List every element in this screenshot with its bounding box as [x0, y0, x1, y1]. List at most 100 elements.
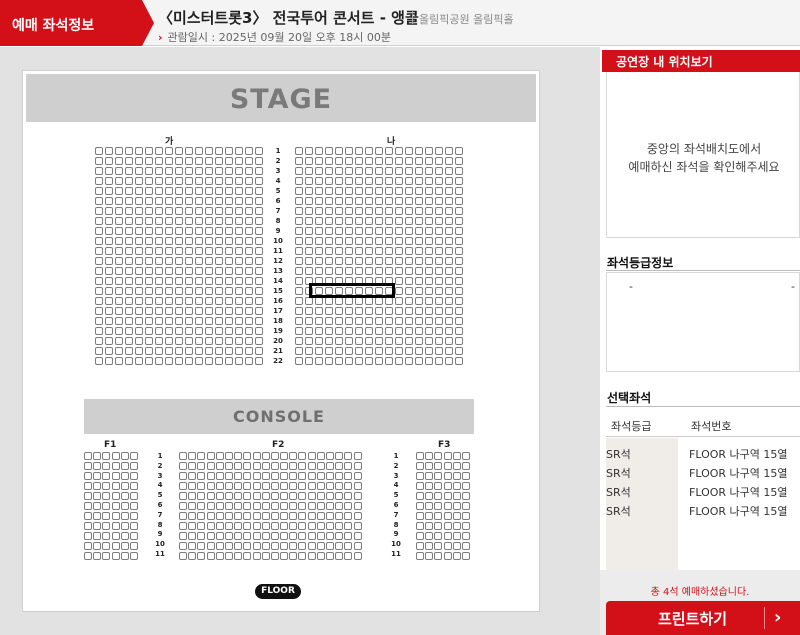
seat: [344, 462, 353, 470]
seat: [455, 237, 463, 245]
seat: [445, 277, 453, 285]
seat: [305, 227, 313, 235]
seat: [295, 227, 303, 235]
seat: [335, 317, 343, 325]
print-button[interactable]: 프린트하기 ›: [606, 601, 800, 635]
seat: [443, 472, 452, 480]
seat: [165, 157, 173, 165]
seat: [165, 317, 173, 325]
seat: [215, 542, 224, 550]
seat-block-ga: [95, 147, 263, 365]
seat: [325, 307, 333, 315]
seat: [235, 307, 243, 315]
seat: [452, 542, 461, 550]
seat: [305, 247, 313, 255]
seat: [175, 167, 183, 175]
seat: [235, 157, 243, 165]
seat: [316, 502, 325, 510]
seat: [461, 502, 470, 510]
seat: [175, 337, 183, 345]
seat: [95, 217, 103, 225]
seat: [435, 227, 443, 235]
seat: [395, 237, 403, 245]
seat: [234, 452, 243, 460]
seat: [185, 177, 193, 185]
selected-seat-row: SR석 FLOOR 나구역 15열: [606, 465, 800, 484]
seat: [129, 512, 138, 520]
selected-seat-row: SR석 FLOOR 나구역 15열: [606, 503, 800, 522]
seat: [206, 482, 215, 490]
seat: [129, 552, 138, 560]
seat: [445, 347, 453, 355]
seat: [325, 297, 333, 305]
seat: [175, 197, 183, 205]
seat: [315, 187, 323, 195]
seat: [355, 197, 363, 205]
grade-info-left: -: [629, 280, 633, 293]
seat: [415, 307, 423, 315]
seat: [415, 157, 423, 165]
seat: [435, 257, 443, 265]
lower-row-numbers-right: 1 2 3 4 5 6 7 8 9 10 11: [388, 452, 404, 560]
seat: [234, 542, 243, 550]
seat: [298, 472, 307, 480]
seat: [165, 277, 173, 285]
lower-right-row-number: 9: [393, 530, 399, 539]
seat: [235, 167, 243, 175]
seat: [455, 197, 463, 205]
seat: [415, 257, 423, 265]
seat: [375, 267, 383, 275]
upper-row-number: 3: [275, 167, 281, 175]
seat: [405, 177, 413, 185]
seat: [93, 452, 102, 460]
seat: [195, 297, 203, 305]
seat: [335, 197, 343, 205]
seat: [289, 522, 298, 530]
seat: [225, 297, 233, 305]
seat: [335, 347, 343, 355]
seat: [115, 317, 123, 325]
seat: [215, 217, 223, 225]
seat: [197, 512, 206, 520]
seat: [344, 452, 353, 460]
seat: [185, 267, 193, 275]
seat: [416, 482, 424, 490]
seat: [129, 452, 138, 460]
seat: [135, 177, 143, 185]
seat: [353, 522, 362, 530]
seat: [435, 287, 443, 295]
seat: [295, 267, 303, 275]
seat: [461, 462, 470, 470]
seat: [252, 552, 261, 560]
seat: [135, 337, 143, 345]
seat: [185, 357, 193, 365]
seat: [135, 347, 143, 355]
seat: [243, 452, 252, 460]
seat: [307, 482, 316, 490]
seat: [315, 297, 323, 305]
seat: [305, 207, 313, 215]
col-header-seat: 좌석번호: [691, 420, 732, 433]
seat: [344, 512, 353, 520]
seat: [206, 452, 215, 460]
seat: [215, 207, 223, 215]
seat: [335, 147, 343, 155]
seat: [205, 227, 213, 235]
seat: [115, 357, 123, 365]
seat: [95, 247, 103, 255]
seat: [375, 157, 383, 165]
seat: [255, 227, 263, 235]
seat: [120, 502, 129, 510]
seat: [289, 462, 298, 470]
seat: [255, 277, 263, 285]
seat: [129, 522, 138, 530]
seat: [355, 337, 363, 345]
seat: [375, 167, 383, 175]
seat: [185, 167, 193, 175]
seat: [255, 307, 263, 315]
seat: [375, 147, 383, 155]
seat: [316, 532, 325, 540]
seat: [195, 347, 203, 355]
seat: [215, 327, 223, 335]
print-button-divider: [764, 607, 765, 629]
